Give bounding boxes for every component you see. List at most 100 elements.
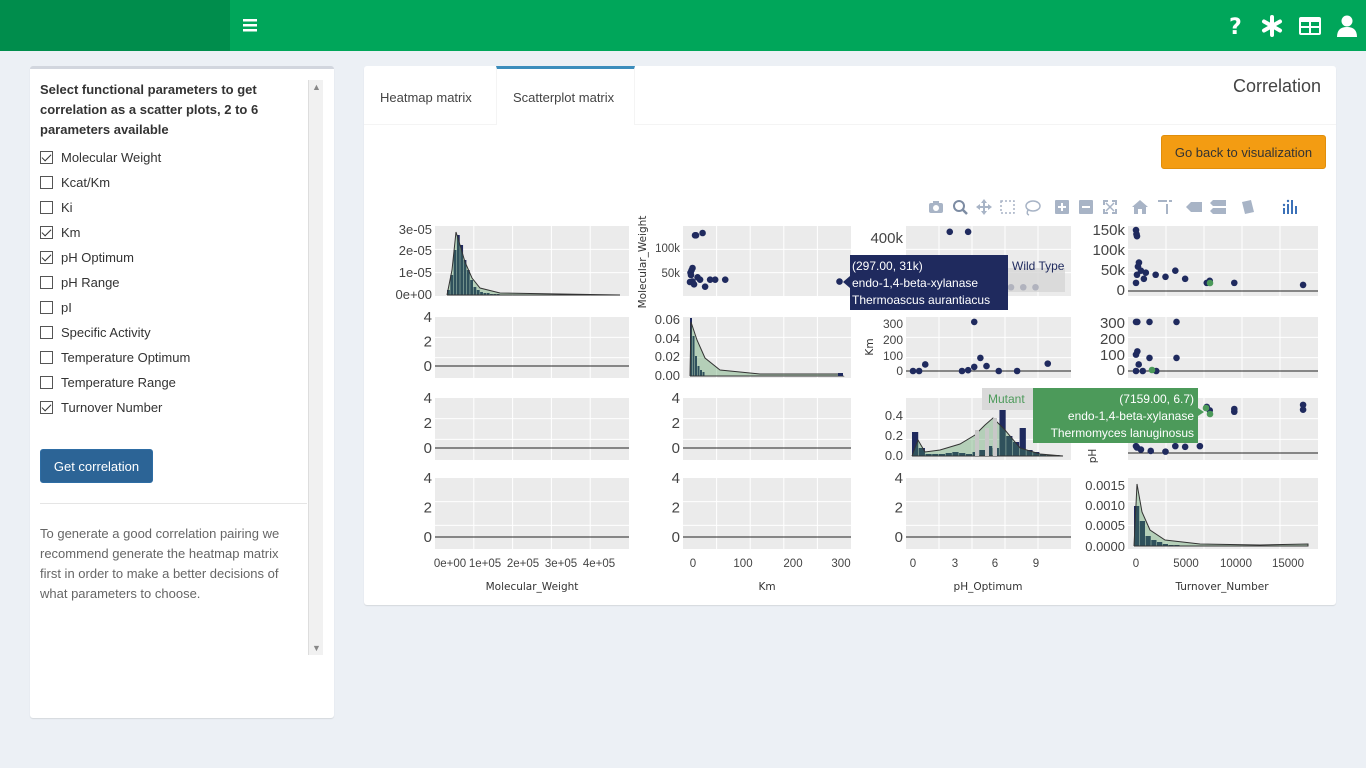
data-point — [696, 276, 704, 283]
y-tick-label: 0 — [424, 529, 432, 546]
data-point — [909, 367, 917, 375]
y-tick-label: 2 — [424, 334, 432, 351]
y-tick-label: 0 — [424, 440, 432, 457]
y-tick-label: 0.2 — [885, 428, 903, 443]
data-point — [1146, 318, 1153, 326]
data-point — [836, 278, 843, 285]
plot-panel — [906, 317, 1071, 378]
y-tick-label: 4 — [895, 470, 903, 487]
data-point — [1132, 279, 1140, 287]
y-tick-label: 2 — [424, 415, 432, 432]
data-point — [1139, 367, 1147, 375]
data-point — [995, 367, 1003, 375]
data-point — [1181, 275, 1189, 283]
y-tick-label: 0.02 — [655, 349, 680, 364]
data-point — [983, 362, 990, 370]
data-point — [1230, 408, 1238, 416]
y-tick-label: 4 — [672, 390, 680, 407]
data-point — [1135, 259, 1143, 266]
data-point — [1137, 446, 1145, 453]
data-point — [1172, 442, 1179, 450]
y-tick-label: 0 — [672, 529, 680, 546]
plot-panel — [683, 226, 851, 296]
y-tick-label: 2 — [895, 500, 903, 517]
y-tick-label: 0.4 — [885, 408, 903, 423]
y-tick-label: 200 — [1100, 331, 1125, 348]
data-point — [921, 361, 929, 368]
data-point — [1134, 348, 1141, 355]
y-tick-label: 2e-05 — [399, 243, 432, 258]
data-point — [1152, 271, 1159, 279]
x-tick-label: 0 — [910, 558, 916, 570]
y-tick-label: 4 — [424, 390, 432, 407]
data-point — [1173, 354, 1180, 362]
x-tick-label: 4e+05 — [583, 558, 615, 570]
data-point — [721, 276, 729, 283]
tooltip-text: (7159.00, 6.7) — [1119, 392, 1194, 406]
y-tick-label: 1e-05 — [399, 265, 432, 280]
x-tick-label: 0e+00 — [434, 558, 466, 570]
data-point — [1206, 279, 1214, 287]
data-point — [970, 318, 978, 326]
y-tick-label: 0 — [896, 364, 903, 378]
data-point — [1133, 271, 1141, 279]
x-tick-label: 3 — [952, 558, 958, 570]
data-point — [1134, 318, 1141, 326]
tooltip-text: Thermomyces lanuginosus — [1051, 426, 1194, 440]
x-tick-label: 10000 — [1220, 558, 1252, 570]
data-point — [1132, 367, 1140, 375]
y-tick-label: 0.0015 — [1085, 478, 1125, 493]
data-point — [915, 367, 923, 375]
y-tick-label: 0 — [1117, 362, 1125, 379]
x-tick-label: 0 — [1133, 558, 1139, 570]
tooltip-text: Thermoascus aurantiacus — [852, 293, 990, 307]
x-tick-label: 6 — [992, 558, 998, 570]
y-tick-label: 2 — [672, 415, 680, 432]
data-point — [958, 367, 966, 375]
x-axis-title: Turnover_Number — [1174, 581, 1269, 593]
x-tick-label: 15000 — [1272, 558, 1304, 570]
tooltip-text: (297.00, 31k) — [852, 259, 923, 273]
plot-panel — [435, 398, 629, 460]
plot-panel — [435, 478, 629, 549]
data-point — [1299, 401, 1307, 409]
histogram-bar — [975, 430, 979, 456]
data-point — [1135, 361, 1142, 368]
y-tick-label: 100k — [655, 243, 680, 255]
y-tick-label: 200 — [883, 333, 903, 347]
data-point — [1172, 267, 1179, 274]
y-tick-label: 0.0010 — [1085, 498, 1125, 513]
data-point — [1162, 448, 1169, 455]
y-tick-label: 0 — [1117, 282, 1125, 299]
y-tick-label: 4 — [424, 309, 432, 326]
y-axis-title: Molecular_Weight — [637, 216, 649, 309]
x-tick-label: 1e+05 — [469, 558, 501, 570]
tooltip-text: endo-1,4-beta-xylanase — [1068, 409, 1194, 423]
tooltip-series-label: Mutant — [988, 392, 1025, 406]
tooltip-series-label: Wild Type — [1012, 259, 1065, 273]
histogram-bar — [993, 418, 997, 456]
y-tick-label: 0.0005 — [1085, 518, 1125, 533]
data-point — [1146, 354, 1153, 362]
x-tick-label: 9 — [1033, 558, 1039, 570]
x-tick-label: 0 — [690, 558, 696, 570]
x-tick-label: 100 — [733, 558, 752, 570]
x-tick-label: 5000 — [1173, 558, 1199, 570]
y-tick-label: 300 — [883, 317, 903, 331]
data-point — [1133, 232, 1141, 240]
plot-panel — [1128, 226, 1318, 296]
data-point — [1230, 279, 1238, 287]
y-tick-label: 100 — [883, 349, 903, 363]
y-tick-label: 4 — [672, 470, 680, 487]
data-point — [970, 363, 978, 371]
data-point — [1147, 447, 1155, 455]
data-point — [1173, 318, 1180, 326]
data-point — [1162, 273, 1169, 281]
scatterplot-matrix[interactable]: 4 2 0 4 2 0 4 2 0 4 2 0 4 2 0 4 2 0 3e-05 2e-05 1e-05 0e+00 10… — [0, 0, 1366, 768]
x-tick-label: 300 — [831, 558, 850, 570]
data-point — [699, 229, 706, 237]
data-point — [1044, 360, 1052, 367]
y-tick-label: 0 — [424, 358, 432, 375]
y-tick-label: 150k — [1092, 222, 1125, 239]
plot-panel — [683, 398, 851, 460]
